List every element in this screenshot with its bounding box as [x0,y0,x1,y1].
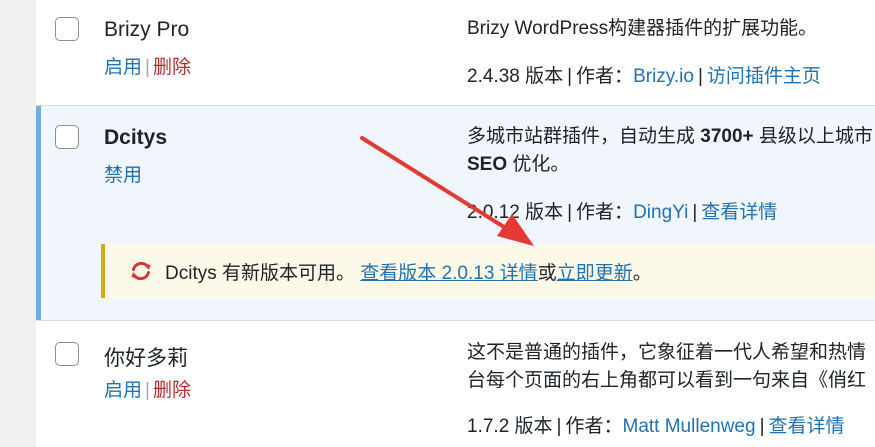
plugin-name: 你好多莉 [104,347,188,370]
author-label: 作者： [565,416,623,437]
plugin-description: Brizy WordPress构建器插件的扩展功能。 [467,18,818,39]
plugin-meta: 1.7.2 版本 | 作者：Matt Mullenweg | 查看详情 [467,416,845,437]
deactivate-link[interactable]: 禁用 [104,165,142,186]
plugin-description: 这不是普通的插件，它象征着一代人希望和热情 台每个页面的右上角都可以看到一句来自… [467,342,867,391]
plugin-row-hello-dolly: 你好多莉 启用 | 删除 这不是普通的插件，它象征着一代人希望和热情 台每个页面的右… [0,321,875,447]
plugin-version: 1.7.2 版本 [467,416,553,437]
update-notice: Dcitys 有新版本可用。 查看版本 2.0.13 详情或立即更新。 [101,244,875,298]
plugin-actions: 启用 | 删除 [104,380,191,401]
update-icon [131,261,151,281]
author-link[interactable]: Matt Mullenweg [623,416,756,437]
plugin-name: Brizy Pro [104,18,190,41]
author-link[interactable]: Brizy.io [633,66,694,87]
plugin-meta: 2.0.12 版本 | 作者：DingYi | 查看详情 [467,202,778,223]
plugin-description: 多城市站群插件，自动生成 3700+ 县级以上城市 SEO 优化。 [467,126,873,175]
plugin-version: 2.4.38 版本 [467,66,564,87]
plugin-row-brizy-pro: Brizy Pro 启用 | 删除 Brizy WordPress构建器插件的扩展功… [0,0,875,105]
plugin-meta: 2.4.38 版本 | 作者：Brizy.io | 访问插件主页 [467,66,821,87]
view-details-link[interactable]: 查看详情 [701,202,777,223]
author-link[interactable]: DingYi [633,202,688,223]
delete-link[interactable]: 删除 [153,57,191,78]
activate-link[interactable]: 启用 [104,57,142,78]
active-plugin-indicator [36,106,41,320]
view-version-details-link[interactable]: 查看版本 2.0.13 详情 [360,263,537,284]
plugin-actions: 启用 | 删除 [104,57,191,78]
plugin-checkbox[interactable] [55,125,79,149]
plugin-version: 2.0.12 版本 [467,202,564,223]
view-details-link[interactable]: 查看详情 [769,416,845,437]
delete-link[interactable]: 删除 [153,380,191,401]
plugin-homepage-link[interactable]: 访问插件主页 [707,66,821,87]
update-notice-text: Dcitys 有新版本可用。 查看版本 2.0.13 详情或立即更新。 [165,263,652,284]
activate-link[interactable]: 启用 [104,380,142,401]
page-gutter [0,0,36,447]
plugin-actions: 禁用 [104,160,142,187]
update-now-link[interactable]: 立即更新 [557,263,633,284]
author-label: 作者： [576,66,634,87]
plugin-checkbox[interactable] [55,17,79,41]
author-label: 作者： [576,202,634,223]
plugin-name: Dcitys [104,126,168,149]
plugin-checkbox[interactable] [55,342,79,366]
